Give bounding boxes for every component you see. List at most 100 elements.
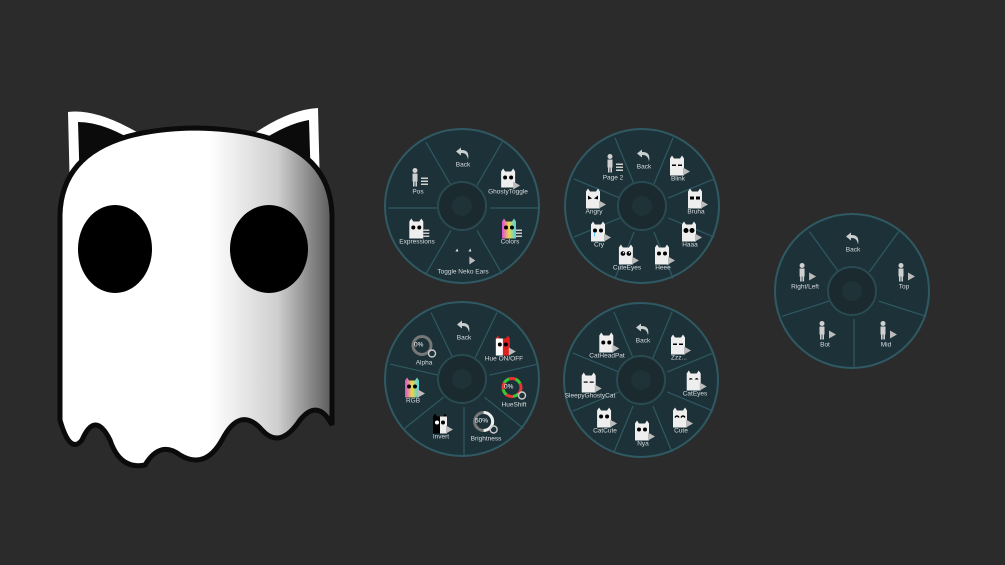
- nya-button[interactable]: Nya: [632, 420, 655, 449]
- colors-label: Colors: [500, 238, 520, 246]
- toggle-neko-ears-button[interactable]: Toggle Neko Ears: [437, 248, 489, 277]
- person-play-icon: [880, 321, 897, 340]
- ghost-cateyes-icon: [686, 370, 707, 391]
- heee-label: Heee: [655, 264, 671, 272]
- menu-center: [827, 266, 877, 316]
- back-arrow-icon: [846, 232, 859, 245]
- back-arrow-icon: [637, 149, 650, 162]
- menu-divider: [878, 300, 927, 318]
- ghost-body: [57, 125, 335, 469]
- ghost-bruh-icon: [688, 188, 708, 209]
- hue-onoff-button[interactable]: Hue ON/OFF: [485, 335, 523, 364]
- cateyes-button[interactable]: CatEyes: [682, 370, 708, 399]
- radial-menu-expressions: Page 2 Back Blink Angry Bruha Cry Haaa C…: [564, 128, 720, 284]
- rainbow-ghost-icon: [502, 218, 522, 239]
- back-label: Back: [455, 161, 471, 169]
- person-list-icon: [412, 168, 428, 187]
- invert-button[interactable]: Invert: [430, 413, 453, 442]
- person-play-icon: [898, 263, 915, 282]
- heee-button[interactable]: Heee: [652, 244, 675, 273]
- rightleft-label: Right/Left: [791, 283, 819, 291]
- brightness-button[interactable]: 50% Brightness: [471, 411, 501, 444]
- page2-label: Page 2: [602, 174, 624, 182]
- ghost-menu-icon: [409, 218, 429, 239]
- hueshift-value: 0%: [504, 383, 514, 391]
- right-eye: [230, 205, 308, 293]
- alpha-label: Alpha: [415, 359, 433, 367]
- back-arrow-icon: [456, 147, 469, 160]
- left-eye: [78, 205, 152, 293]
- person-play-icon: [799, 263, 816, 282]
- cry-button[interactable]: Cry: [588, 221, 611, 250]
- cute-label: Cute: [674, 427, 688, 435]
- rgb-button[interactable]: RGB: [402, 377, 425, 406]
- colors-button[interactable]: Colors: [499, 218, 522, 247]
- expressions-label: Expressions: [399, 238, 435, 246]
- ghosty-toggle-button[interactable]: GhostyToggle: [488, 168, 528, 197]
- blink-label: Blink: [670, 175, 686, 183]
- cateyes-label: CatEyes: [682, 390, 708, 398]
- menu-center: [437, 354, 487, 404]
- back-arrow-icon: [457, 320, 470, 333]
- expressions-button[interactable]: Expressions: [399, 218, 435, 247]
- haaa-button[interactable]: Haaa: [679, 221, 702, 250]
- back-button[interactable]: Back: [635, 323, 651, 346]
- ghost-cuteeyes-icon: [619, 244, 639, 265]
- catheadpat-button[interactable]: CatHeadPat: [589, 332, 625, 361]
- angry-button[interactable]: Angry: [583, 188, 606, 217]
- zzz-button[interactable]: Zzz...: [668, 334, 691, 363]
- catcute-button[interactable]: CatCute: [593, 407, 617, 436]
- menu-center: [437, 181, 487, 231]
- bot-button[interactable]: Bot: [814, 321, 836, 350]
- blink-button[interactable]: Blink: [667, 155, 690, 184]
- rgb-label: RGB: [405, 397, 421, 405]
- ghost-haaa-icon: [682, 221, 702, 242]
- cuteeyes-label: CuteEyes: [612, 264, 642, 272]
- mid-button[interactable]: Mid: [875, 321, 897, 350]
- cuteeyes-button[interactable]: CuteEyes: [613, 244, 641, 273]
- ghost-sleep-icon: [671, 334, 691, 355]
- page2-button[interactable]: Page 2: [602, 154, 624, 183]
- person-list-icon: [607, 154, 623, 173]
- brightness-value: 50%: [475, 417, 489, 425]
- alpha-button[interactable]: 0% Alpha: [411, 335, 437, 368]
- toggle-neko-ears-label: Toggle Neko Ears: [437, 268, 489, 276]
- ghost-hue-icon: [495, 335, 516, 356]
- ghost-cry-icon: [591, 221, 611, 242]
- pos-label: Pos: [412, 188, 424, 196]
- ghost-face-icon: [501, 168, 520, 190]
- sleepyghostycat-button[interactable]: SleepyGhostyCat: [565, 372, 615, 401]
- back-label: Back: [635, 337, 651, 345]
- rightleft-button[interactable]: Right/Left: [791, 263, 819, 292]
- radial-menu-main: Back Pos GhostyToggle Expressions Colors…: [384, 128, 540, 284]
- back-button[interactable]: Back: [455, 147, 471, 170]
- menu-center: [617, 181, 667, 231]
- top-label: Top: [898, 283, 910, 291]
- radial-menu-position: Back Right/Left Top Bot Mid: [774, 213, 930, 369]
- menu-divider: [781, 300, 830, 318]
- bruha-label: Bruha: [687, 208, 705, 216]
- ghost-invert-icon: [433, 413, 453, 434]
- ghost-nya-icon: [635, 420, 655, 441]
- ghost-angry-icon: [586, 188, 606, 209]
- back-label: Back: [845, 246, 861, 254]
- angry-label: Angry: [585, 208, 603, 216]
- back-button[interactable]: Back: [456, 320, 472, 343]
- bruha-button[interactable]: Bruha: [685, 188, 708, 217]
- hueshift-button[interactable]: 0% HueShift: [501, 377, 527, 410]
- bot-label: Bot: [820, 341, 830, 349]
- back-button[interactable]: Back: [845, 232, 861, 255]
- catheadpat-label: CatHeadPat: [589, 352, 625, 360]
- radial-menu-colors: 0% Alpha Back Hue ON/OFF RGB 0% HueShift…: [384, 301, 540, 457]
- back-button[interactable]: Back: [636, 149, 652, 172]
- radial-menu-page2: CatHeadPat Back Zzz... SleepyGhostyCat C…: [563, 302, 719, 458]
- cute-button[interactable]: Cute: [670, 407, 693, 436]
- top-button[interactable]: Top: [893, 263, 915, 292]
- menu-center: [616, 355, 666, 405]
- back-arrow-icon: [636, 323, 649, 336]
- mid-label: Mid: [880, 341, 892, 349]
- pos-button[interactable]: Pos: [407, 168, 429, 197]
- rainbow-ghost-icon: [405, 377, 425, 398]
- person-play-icon: [819, 321, 836, 340]
- ghost-headpat-icon: [598, 332, 619, 353]
